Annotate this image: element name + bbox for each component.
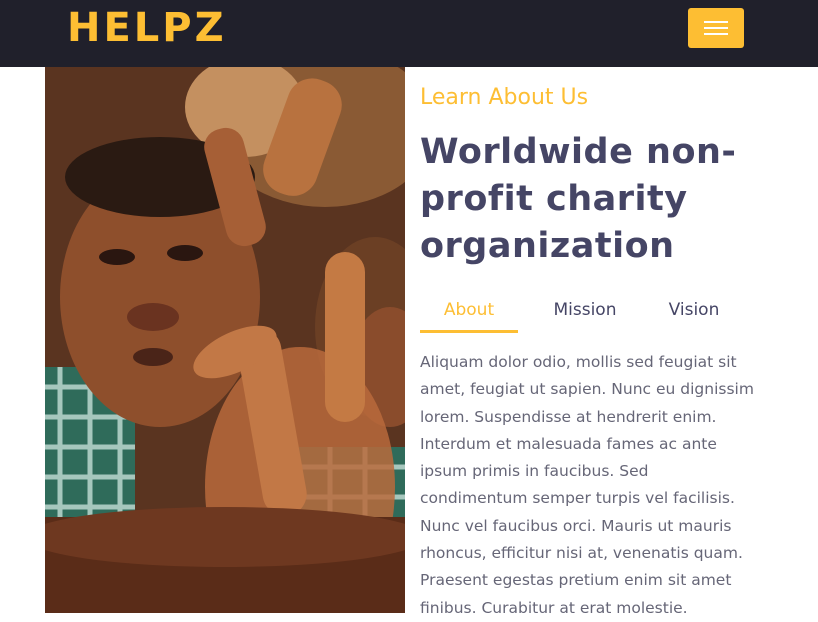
about-photo bbox=[45, 67, 405, 613]
tab-about[interactable]: About bbox=[420, 295, 518, 333]
hamburger-icon-bar bbox=[704, 33, 728, 35]
brand-logo[interactable]: HELPZ bbox=[67, 6, 227, 50]
section-headline: Worldwide non-profit charity organizatio… bbox=[420, 132, 737, 266]
menu-toggle-button[interactable] bbox=[688, 8, 744, 48]
photo-children-icon bbox=[45, 67, 405, 613]
hamburger-icon bbox=[704, 21, 728, 23]
about-tabs: About Mission Vision bbox=[420, 295, 750, 335]
section-subtitle: Learn About Us bbox=[420, 85, 589, 110]
hamburger-icon-bar bbox=[704, 27, 728, 29]
about-body-text: Aliquam dolor odio, mollis sed feugiat s… bbox=[420, 353, 754, 617]
tab-mission[interactable]: Mission bbox=[530, 295, 640, 333]
tab-vision[interactable]: Vision bbox=[646, 295, 742, 333]
navbar: HELPZ bbox=[0, 0, 818, 67]
